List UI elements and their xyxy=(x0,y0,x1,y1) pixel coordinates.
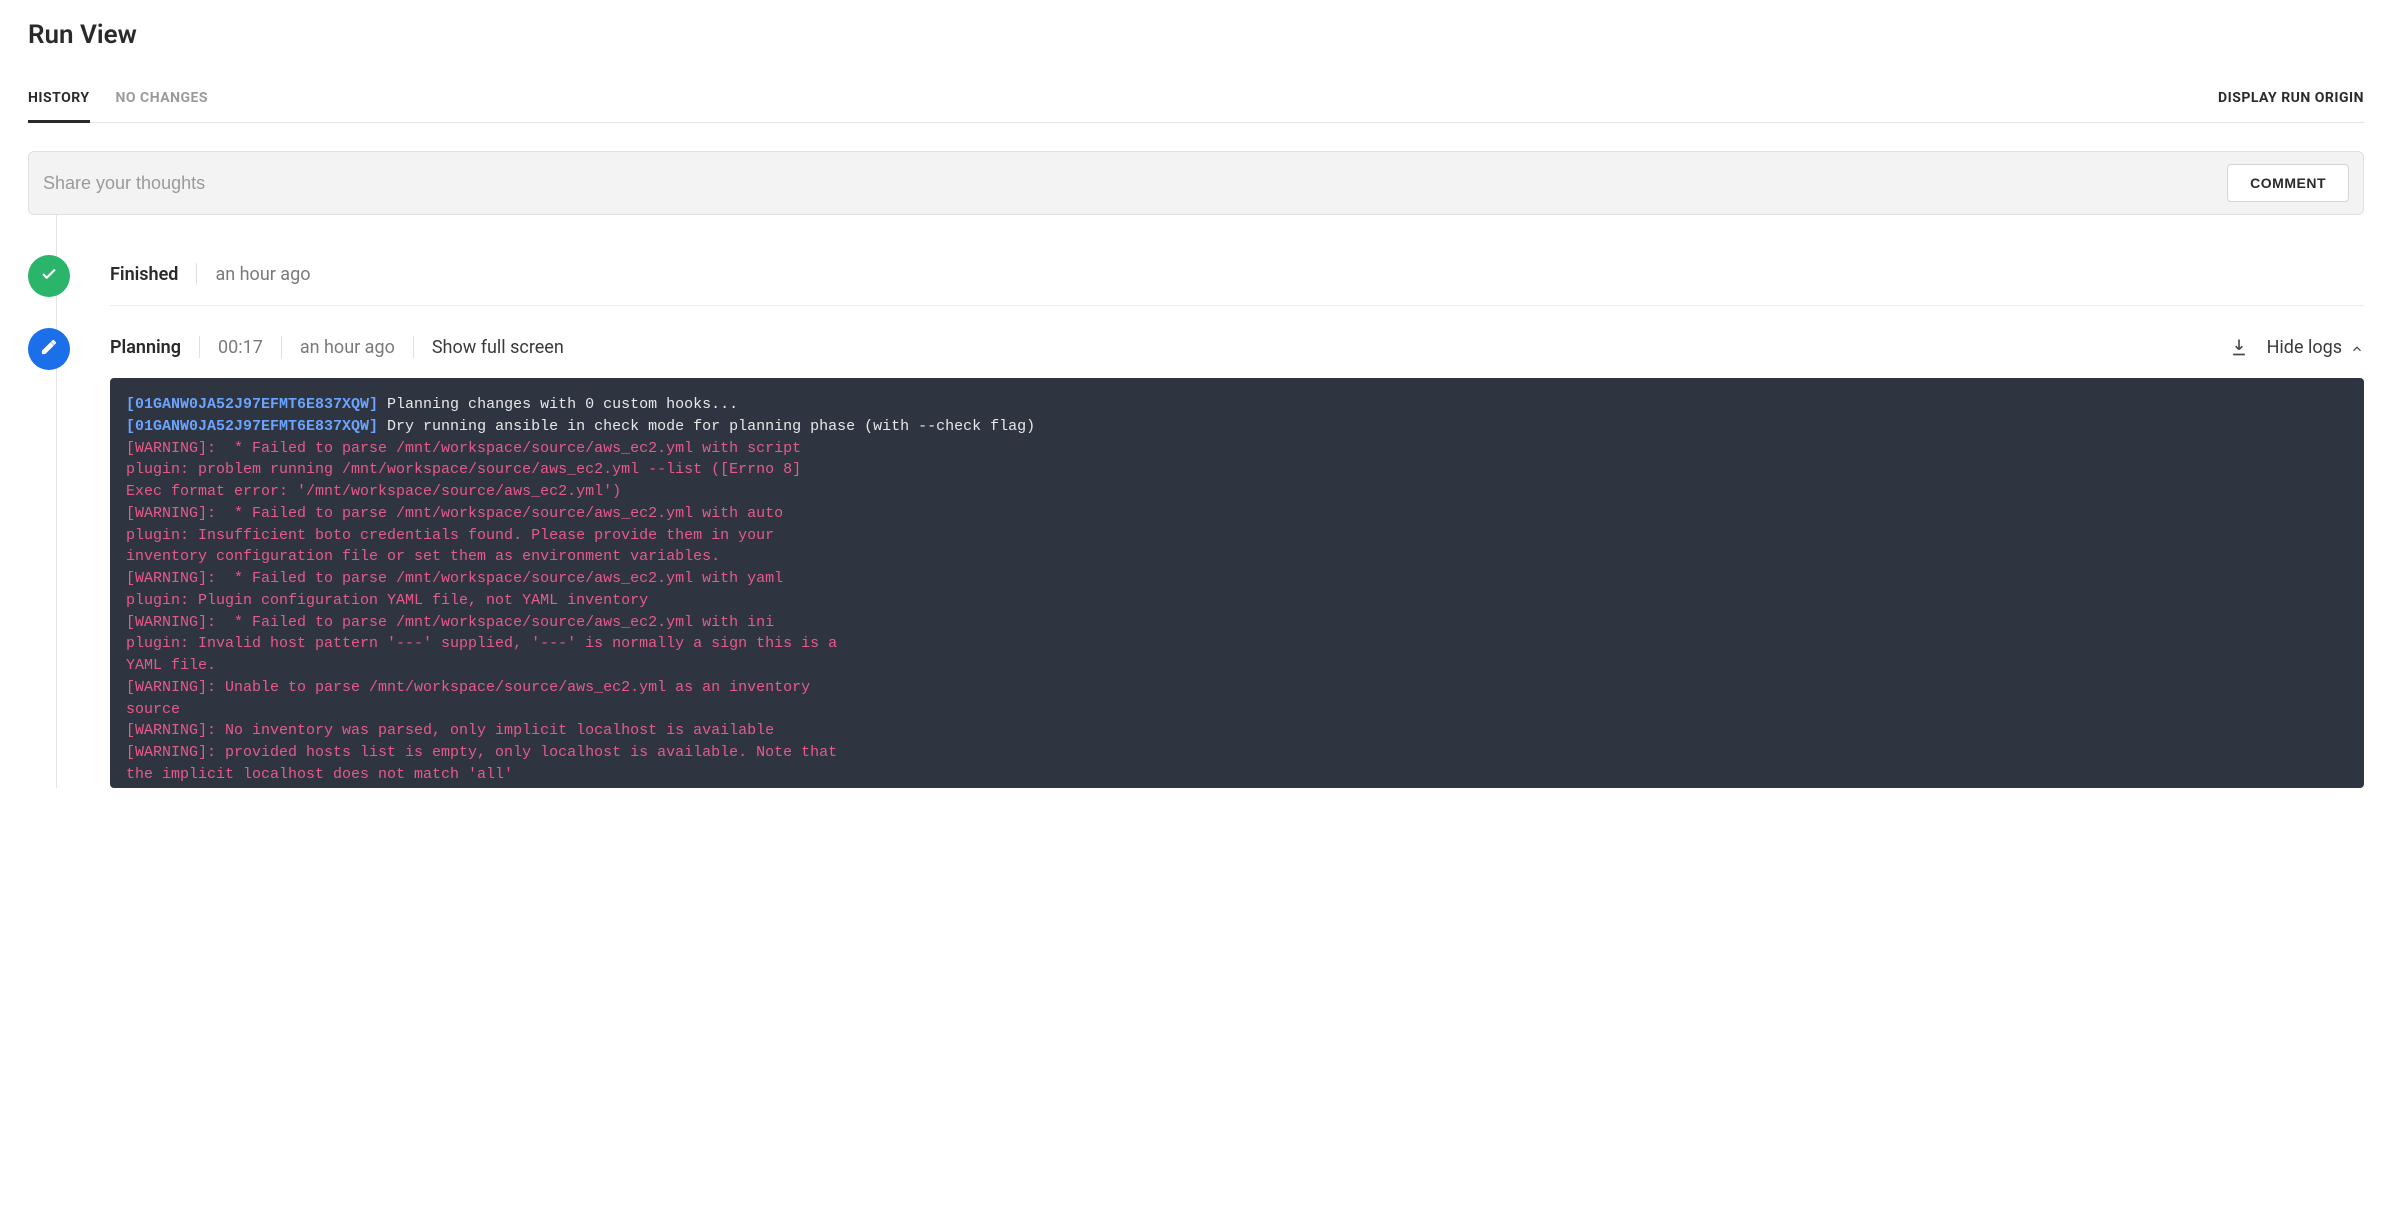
display-run-origin-link[interactable]: DISPLAY RUN ORIGIN xyxy=(2218,78,2364,122)
planning-title: Planning xyxy=(110,337,181,358)
log-warning: [WARNING]: * Failed to parse /mnt/worksp… xyxy=(126,614,837,675)
log-warning: [WARNING]: * Failed to parse /mnt/worksp… xyxy=(126,505,783,566)
log-warning: [WARNING]: Unable to parse /mnt/workspac… xyxy=(126,679,810,718)
check-icon xyxy=(40,265,58,287)
separator xyxy=(281,336,282,358)
planning-time: an hour ago xyxy=(300,337,395,358)
timeline-item-finished: Finished an hour ago xyxy=(28,255,2364,328)
log-warning: [WARNING]: * Failed to parse /mnt/worksp… xyxy=(126,570,783,609)
finished-time: an hour ago xyxy=(215,264,310,285)
tab-history[interactable]: HISTORY xyxy=(28,78,90,122)
download-icon[interactable] xyxy=(2229,337,2249,357)
log-line: Planning changes with 0 custom hooks... xyxy=(378,396,738,413)
chevron-up-icon xyxy=(2350,340,2364,354)
page-title: Run View xyxy=(28,20,2364,50)
log-terminal[interactable]: [01GANW0JA52J97EFMT6E837XQW] Planning ch… xyxy=(110,378,2364,788)
comment-button[interactable]: COMMENT xyxy=(2227,164,2349,202)
separator xyxy=(196,263,197,285)
hide-logs-toggle[interactable]: Hide logs xyxy=(2267,337,2364,358)
comment-input[interactable] xyxy=(43,173,2227,194)
tab-no-changes[interactable]: NO CHANGES xyxy=(116,78,209,122)
log-run-id: [01GANW0JA52J97EFMT6E837XQW] xyxy=(126,396,378,413)
pencil-icon xyxy=(40,338,58,360)
show-full-screen-link[interactable]: Show full screen xyxy=(432,337,564,358)
separator xyxy=(199,336,200,358)
log-warning: [WARNING]: No inventory was parsed, only… xyxy=(126,722,774,739)
comment-box: COMMENT xyxy=(28,151,2364,215)
divider xyxy=(110,305,2364,306)
log-warning: [WARNING]: provided hosts list is empty,… xyxy=(126,744,837,783)
tab-bar: HISTORY NO CHANGES DISPLAY RUN ORIGIN xyxy=(28,78,2364,123)
planning-duration: 00:17 xyxy=(218,337,263,358)
hide-logs-label: Hide logs xyxy=(2267,337,2342,358)
finished-title: Finished xyxy=(110,264,178,285)
finished-badge xyxy=(28,255,70,297)
log-run-id: [01GANW0JA52J97EFMT6E837XQW] xyxy=(126,418,378,435)
log-warning: [WARNING]: * Failed to parse /mnt/worksp… xyxy=(126,440,801,501)
log-line: Dry running ansible in check mode for pl… xyxy=(378,418,1035,435)
planning-badge xyxy=(28,328,70,370)
timeline-item-planning: Planning 00:17 an hour ago Show full scr… xyxy=(28,328,2364,788)
separator xyxy=(413,336,414,358)
